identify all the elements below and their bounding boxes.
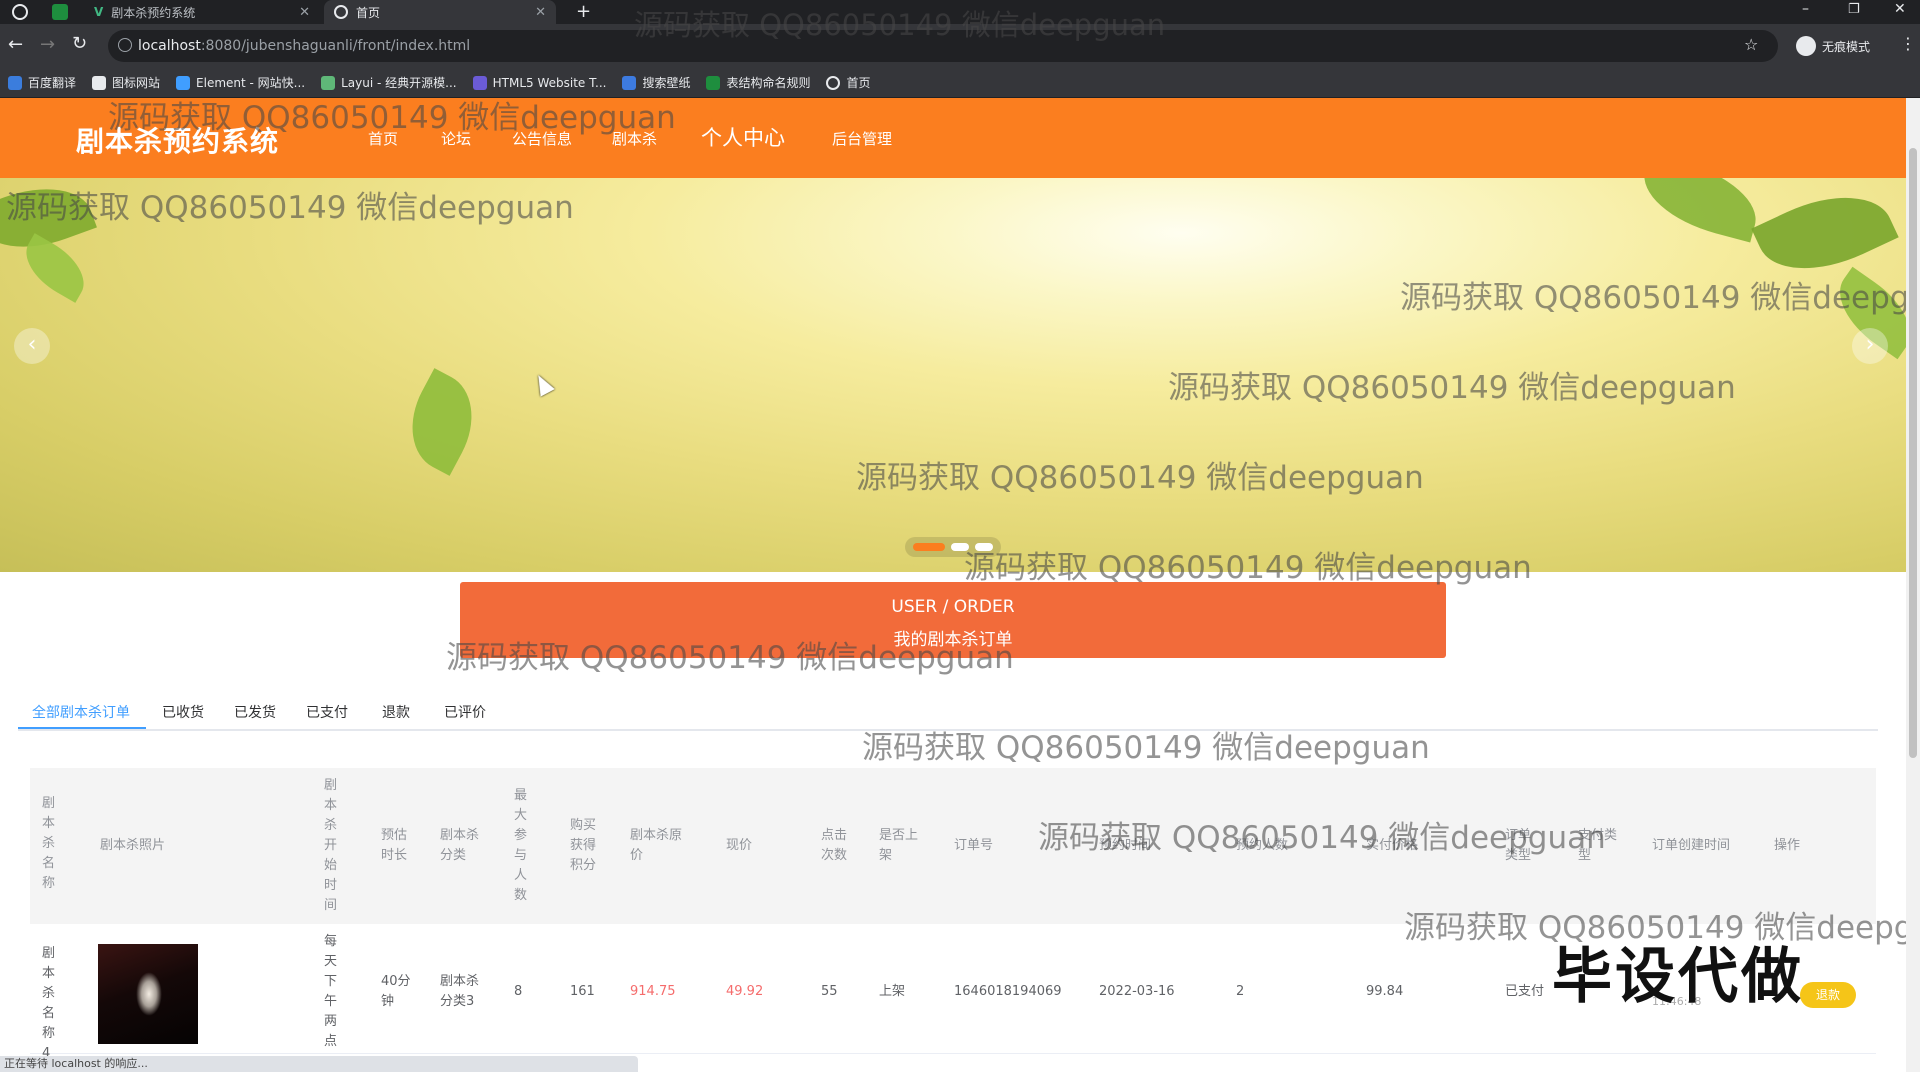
bookmark-item[interactable]: 图标网站 (92, 74, 160, 91)
browser-status-bar: 正在等待 localhost 的响应... (0, 1056, 638, 1072)
bookmark-item[interactable]: Layui - 经典开源模... (321, 74, 457, 91)
th-created-time: 订单创建时间 (1652, 838, 1731, 853)
scrollbar-thumb[interactable] (1909, 148, 1917, 758)
page-scrollbar[interactable] (1906, 98, 1920, 1072)
th-name: 剧本杀名称 (42, 796, 56, 891)
html5-icon (472, 75, 487, 90)
watermark: 源码获取 QQ86050149 微信deepguan (6, 190, 574, 226)
tab-shipped[interactable]: 已发货 (234, 702, 276, 722)
th-actions: 操作 (1774, 838, 1801, 853)
globe-icon (826, 75, 841, 90)
th-points: 购买获得积分 (570, 818, 597, 873)
minimize-button[interactable]: – (1802, 1, 1809, 17)
tab-all-orders[interactable]: 全部剧本杀订单 (32, 702, 130, 722)
cell-reserve-date: 2022-03-16 (1099, 984, 1175, 999)
cell-name: 剧本杀名称4 (42, 946, 56, 1061)
profile-label[interactable]: 无痕模式 (1822, 38, 1870, 55)
order-banner-en: USER / ORDER (891, 597, 1015, 617)
watermark: 源码获取 QQ86050149 微信deepguan (446, 640, 1014, 676)
cell-max-people: 8 (514, 984, 523, 999)
th-clicks: 点击次数 (821, 828, 848, 863)
cell-reserve-count: 2 (1236, 984, 1245, 999)
tab-group-icon[interactable] (52, 4, 68, 20)
cell-order-type: 已支付 (1505, 984, 1545, 999)
bookmark-item[interactable]: 表结构命名规则 (706, 74, 810, 91)
bookmark-star-icon[interactable]: ☆ (1744, 35, 1758, 54)
corner-stamp: 毕设代做 (1552, 942, 1804, 1012)
cell-price: 49.92 (726, 984, 764, 999)
watermark: 源码获取 QQ86050149 微信deepguan (634, 8, 1166, 42)
info-icon[interactable] (118, 38, 132, 52)
tab-refund[interactable]: 退款 (382, 702, 410, 722)
carousel-next-button[interactable]: › (1852, 328, 1888, 364)
element-icon (176, 75, 191, 90)
watermark: 源码获取 QQ86050149 微信deepguan (1400, 280, 1920, 316)
leaf-decoration (393, 368, 491, 476)
back-icon[interactable]: ← (8, 34, 23, 55)
tab-received[interactable]: 已收货 (162, 702, 204, 722)
active-tab-underline (18, 727, 146, 729)
more-menu-icon[interactable]: ⋮ (1900, 34, 1916, 53)
carousel-prev-button[interactable]: ‹ (14, 328, 50, 364)
watermark: 源码获取 QQ86050149 微信deepguan (1038, 820, 1606, 856)
nav-admin[interactable]: 后台管理 (832, 128, 892, 149)
cell-category: 剧本杀分类3 (440, 974, 480, 1009)
sheet-icon (706, 75, 721, 90)
script-photo[interactable] (98, 944, 198, 1044)
globe-icon (334, 5, 348, 19)
watermark: 源码获取 QQ86050149 微信deepguan (108, 100, 676, 136)
restore-button[interactable]: ❐ (1848, 2, 1860, 17)
close-window-button[interactable]: ✕ (1894, 1, 1906, 17)
nav-user-center[interactable]: 个人中心 (701, 122, 785, 152)
cell-clicks: 55 (821, 984, 838, 999)
translate-icon (8, 75, 22, 90)
th-order-no: 订单号 (954, 838, 994, 853)
watermark: 源码获取 QQ86050149 微信deepguan (964, 550, 1532, 586)
cell-paid: 99.84 (1366, 984, 1404, 999)
chrome-menu-icon[interactable] (12, 4, 28, 20)
bookmark-item[interactable]: HTML5 Website T... (472, 75, 606, 90)
th-original-price: 剧本杀原价 (630, 828, 683, 863)
cell-original-price: 914.75 (630, 984, 676, 999)
tab-reviewed[interactable]: 已评价 (444, 702, 486, 722)
forward-icon[interactable]: → (40, 34, 55, 55)
flag-icon (92, 75, 107, 90)
th-max-people: 最大参与人数 (514, 788, 528, 903)
cell-start-time: 每天下午两点 (324, 934, 338, 1049)
cell-order-no: 1646018194069 (954, 984, 1062, 999)
new-tab-button[interactable]: + (576, 1, 591, 22)
tab-reservation-system[interactable]: V 剧本杀预约系统 ✕ (84, 0, 320, 24)
carousel-dot-active[interactable] (913, 543, 945, 551)
close-tab-icon[interactable]: ✕ (535, 5, 546, 20)
th-start-time: 剧本杀开始时间 (324, 778, 338, 913)
watermark: 源码获取 QQ86050149 微信deepguan (1168, 370, 1736, 406)
vue-icon: V (94, 5, 104, 19)
tab-home[interactable]: 首页 ✕ (324, 0, 556, 24)
bookmark-item[interactable]: 搜索壁纸 (622, 74, 690, 91)
layui-icon (321, 75, 336, 90)
watermark: 源码获取 QQ86050149 微信deepguan (856, 460, 1424, 496)
tab-paid[interactable]: 已支付 (306, 702, 348, 722)
th-category: 剧本杀分类 (440, 828, 480, 863)
wallpaper-icon (622, 75, 637, 90)
close-tab-icon[interactable]: ✕ (299, 5, 310, 20)
th-price: 现价 (726, 838, 753, 853)
bookmark-item[interactable]: 百度翻译 (8, 74, 76, 91)
cell-listed: 上架 (879, 984, 906, 999)
bookmark-item[interactable]: Element - 网站快... (176, 74, 305, 91)
th-duration: 预估时长 (381, 828, 408, 863)
th-listed: 是否上架 (879, 828, 919, 863)
incognito-icon (1796, 36, 1816, 56)
cell-points: 161 (570, 984, 595, 999)
watermark: 源码获取 QQ86050149 微信deepguan (862, 730, 1430, 766)
th-photo: 剧本杀照片 (100, 838, 166, 853)
reload-icon[interactable]: ↻ (72, 33, 87, 54)
cell-duration: 40分钟 (381, 974, 411, 1009)
photo-figure (136, 972, 162, 1016)
bookmark-item[interactable]: 首页 (826, 74, 871, 91)
leaf-decoration (1634, 178, 1766, 243)
refund-button[interactable]: 退款 (1800, 982, 1856, 1008)
